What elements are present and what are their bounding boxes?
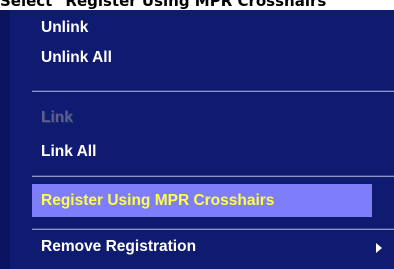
menu-item-link: Link (41, 109, 73, 126)
menu-separator (32, 175, 394, 177)
menu-item-register-using-mpr-crosshairs[interactable]: Register Using MPR Crosshairs (32, 184, 372, 217)
menu-separator (32, 90, 394, 92)
menu-item-label: Remove Registration (41, 238, 197, 255)
menu-item-remove-registration[interactable]: Remove Registration (10, 232, 394, 262)
menu-item-unlink-all[interactable]: Unlink All (10, 43, 394, 73)
context-menu: Unlink Unlink All Link Link All Register… (0, 10, 394, 269)
instruction-caption: Select "Register Using MPR Crosshairs" (0, 0, 335, 10)
menu-item-link-all[interactable]: Link All (10, 137, 394, 167)
chevron-right-icon (376, 243, 382, 253)
menu-item-unlink[interactable]: Unlink (10, 13, 394, 43)
menu-separator (32, 228, 394, 230)
menu-gutter (0, 10, 10, 269)
